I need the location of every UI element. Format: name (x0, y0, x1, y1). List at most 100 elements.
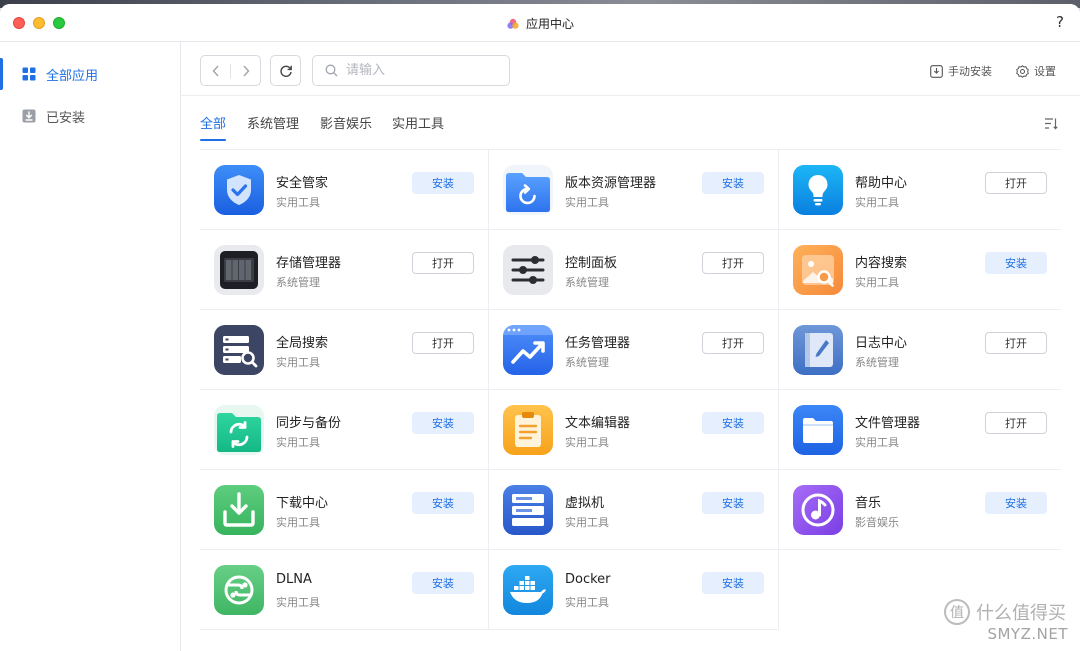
main-content: 手动安装 设置 全部 系统管理 影音娱乐 实用工具 (181, 42, 1080, 651)
tab-utilities[interactable]: 实用工具 (392, 113, 444, 132)
refresh-icon (279, 65, 292, 77)
server-vm-icon[interactable] (503, 485, 553, 535)
app-card[interactable]: DLNA 实用工具 安装 (200, 550, 489, 630)
app-name: 下载中心 (276, 496, 329, 511)
app-category: 实用工具 (276, 596, 320, 609)
sidebar: 全部应用 已安装 (0, 42, 181, 651)
back-button[interactable] (201, 56, 230, 85)
app-name: 任务管理器 (565, 336, 631, 351)
app-icon-graphic (214, 565, 264, 615)
app-card[interactable]: 文件管理器 实用工具 打开 (779, 390, 1061, 470)
app-name: 虚拟机 (565, 496, 605, 511)
install-button[interactable]: 安装 (412, 572, 474, 594)
download-tray-icon[interactable] (214, 485, 264, 535)
clipboard-text-icon[interactable] (503, 405, 553, 455)
shield-icon[interactable] (214, 165, 264, 215)
open-button[interactable]: 打开 (985, 332, 1047, 354)
app-center-logo-icon (507, 18, 519, 29)
install-button[interactable]: 安装 (702, 572, 764, 594)
gear-icon (1016, 64, 1029, 78)
sort-button[interactable] (1044, 115, 1058, 134)
search-input[interactable] (346, 63, 496, 78)
sidebar-item-installed[interactable]: 已安装 (0, 94, 180, 138)
docker-whale-icon[interactable] (503, 565, 553, 615)
settings-button[interactable]: 设置 (1016, 63, 1056, 79)
open-button[interactable]: 打开 (985, 172, 1047, 194)
task-chart-icon[interactable] (503, 325, 553, 375)
tab-all[interactable]: 全部 (200, 113, 227, 141)
app-card[interactable]: 文本编辑器 实用工具 安装 (489, 390, 779, 470)
app-card[interactable]: 日志中心 系统管理 打开 (779, 310, 1061, 390)
lightbulb-icon[interactable] (793, 165, 843, 215)
global-search-icon[interactable] (214, 325, 264, 375)
app-card[interactable]: 同步与备份 实用工具 安装 (200, 390, 489, 470)
app-card[interactable]: 帮助中心 实用工具 打开 (779, 150, 1061, 230)
install-button[interactable]: 安装 (702, 412, 764, 434)
title-bar: 应用中心 ? (0, 4, 1080, 42)
toolbar: 手动安装 设置 (181, 42, 1080, 96)
dlna-share-icon[interactable] (214, 565, 264, 615)
app-name: 文本编辑器 (565, 416, 631, 431)
manual-install-button[interactable]: 手动安装 (930, 63, 992, 79)
app-card[interactable]: 音乐 影音娱乐 安装 (779, 470, 1061, 550)
app-card[interactable]: 下载中心 实用工具 安装 (200, 470, 489, 550)
watermark-text: 什么值得买 (976, 603, 1066, 624)
sidebar-item-all-apps[interactable]: 全部应用 (0, 54, 180, 94)
install-button[interactable]: 安装 (702, 172, 764, 194)
app-card[interactable]: 内容搜索 实用工具 安装 (779, 230, 1061, 310)
app-card[interactable]: 版本资源管理器 实用工具 安装 (489, 150, 779, 230)
music-note-icon[interactable] (793, 485, 843, 535)
install-button[interactable]: 安装 (412, 172, 474, 194)
app-name: 日志中心 (855, 336, 908, 351)
app-category: 实用工具 (565, 436, 609, 449)
app-name: 内容搜索 (855, 256, 908, 271)
app-category: 系统管理 (276, 276, 320, 289)
help-button[interactable]: ? (1056, 13, 1064, 31)
search-icon (325, 64, 338, 77)
app-card[interactable]: 任务管理器 系统管理 打开 (489, 310, 779, 390)
forward-button[interactable] (231, 56, 260, 85)
app-category: 实用工具 (855, 276, 899, 289)
app-icon-graphic (214, 325, 264, 375)
install-button[interactable]: 安装 (412, 492, 474, 514)
app-card[interactable]: 控制面板 系统管理 打开 (489, 230, 779, 310)
install-button[interactable]: 安装 (985, 252, 1047, 274)
app-card[interactable]: 安全管家 实用工具 安装 (200, 150, 489, 230)
open-button[interactable]: 打开 (412, 332, 474, 354)
open-button[interactable]: 打开 (702, 332, 764, 354)
tab-media-entertainment[interactable]: 影音娱乐 (320, 113, 372, 132)
grid-icon (22, 67, 36, 81)
app-category: 实用工具 (276, 436, 320, 449)
sliders-icon[interactable] (503, 245, 553, 295)
app-name: Docker (565, 572, 611, 587)
folder-icon[interactable] (793, 405, 843, 455)
tab-system-management[interactable]: 系统管理 (247, 113, 299, 132)
install-button[interactable]: 安装 (702, 492, 764, 514)
install-button[interactable]: 安装 (412, 412, 474, 434)
app-category: 实用工具 (276, 356, 320, 369)
open-button[interactable]: 打开 (412, 252, 474, 274)
app-center-window: 应用中心 ? 全部应用 已安装 请输入 手动安装 设置 全部 系统管理 影音娱乐… (0, 4, 1080, 651)
app-name: 同步与备份 (276, 416, 342, 431)
app-card[interactable]: 虚拟机 实用工具 安装 (489, 470, 779, 550)
sync-folder-icon[interactable] (214, 405, 264, 455)
sidebar-item-label: 已安装 (46, 110, 86, 126)
open-button[interactable]: 打开 (985, 412, 1047, 434)
window-title: 应用中心 (0, 15, 1080, 32)
chevron-right-icon (242, 65, 249, 76)
app-category: 影音娱乐 (855, 516, 899, 529)
search-box[interactable] (312, 55, 510, 86)
watermark-sub: SMYZ.NET (987, 625, 1068, 643)
app-icon-graphic (503, 485, 553, 535)
storage-drive-icon[interactable] (214, 245, 264, 295)
app-card[interactable]: 存储管理器 系统管理 打开 (200, 230, 489, 310)
image-search-icon[interactable] (793, 245, 843, 295)
open-button[interactable]: 打开 (702, 252, 764, 274)
refresh-button[interactable] (270, 55, 301, 86)
install-button[interactable]: 安装 (985, 492, 1047, 514)
app-icon-graphic (214, 165, 264, 215)
folder-restore-icon[interactable] (503, 165, 553, 215)
app-card[interactable]: 全局搜索 实用工具 打开 (200, 310, 489, 390)
log-notebook-icon[interactable] (793, 325, 843, 375)
app-card[interactable]: Docker 实用工具 安装 (489, 550, 779, 630)
